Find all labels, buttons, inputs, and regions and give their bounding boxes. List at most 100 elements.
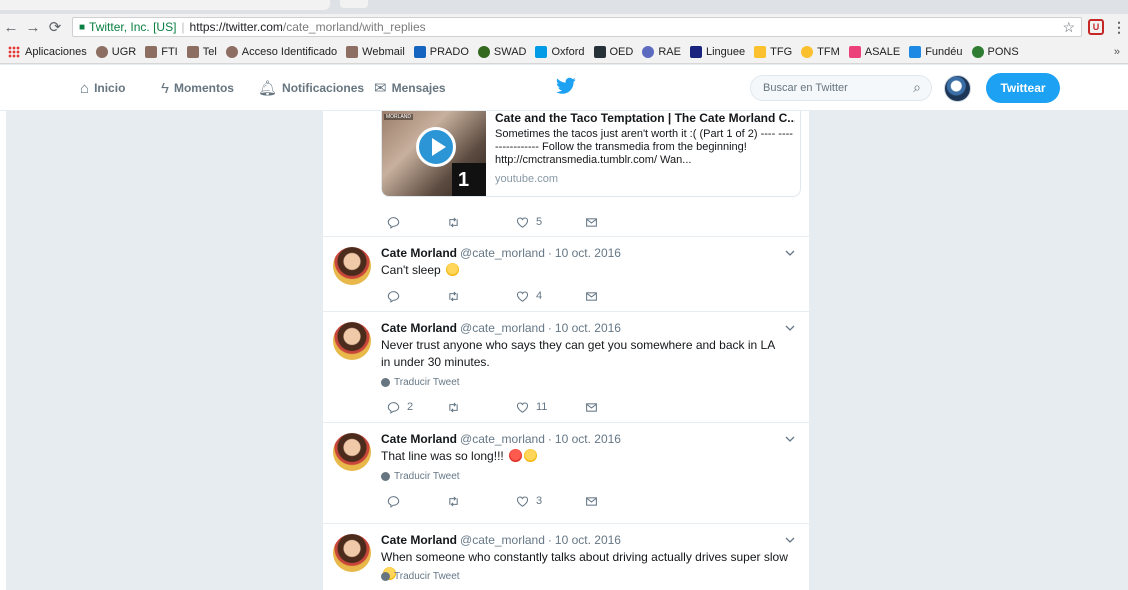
bookmark-label: RAE: [658, 45, 681, 58]
reply-button[interactable]: 2: [387, 401, 413, 414]
bookmark-oxford[interactable]: Oxford: [535, 45, 585, 58]
bookmark-acceso-identificado[interactable]: Acceso Identificado: [225, 45, 337, 58]
author-handle[interactable]: @cate_morland: [460, 246, 545, 260]
twitter-bird-icon[interactable]: [556, 77, 576, 95]
reload-icon[interactable]: ⟳: [44, 16, 66, 38]
like-button[interactable]: 4: [516, 290, 542, 303]
bookmark-asale[interactable]: ASALE: [848, 45, 900, 58]
tweet[interactable]: Cate Morland @cate_morland · 10 oct. 2016 N…: [323, 311, 809, 422]
bookmark-ugr[interactable]: UGR: [95, 45, 136, 58]
bookmarks-overflow-icon[interactable]: »: [1114, 46, 1120, 58]
nav-home[interactable]: ⌂ Inicio: [80, 65, 125, 111]
avatar[interactable]: [333, 322, 371, 360]
reply-button[interactable]: [387, 495, 407, 508]
bookmark-tfg[interactable]: TFG: [754, 45, 792, 58]
search-icon[interactable]: ⌕: [913, 79, 921, 96]
heart-icon: [516, 496, 529, 507]
card-title[interactable]: Cate and the Taco Temptation | The Cate …: [495, 111, 795, 125]
tweet-date[interactable]: 10 oct. 2016: [555, 246, 621, 260]
play-icon[interactable]: [416, 127, 456, 167]
like-button[interactable]: 3: [516, 495, 542, 508]
chevron-down-icon[interactable]: [785, 434, 795, 444]
bookmark-fund-u[interactable]: Fundéu: [909, 45, 963, 58]
author-handle[interactable]: @cate_morland: [460, 321, 545, 335]
bookmark-prado[interactable]: PRADO: [413, 45, 469, 58]
moments-icon: ϟ: [161, 79, 169, 97]
separator-dot: ·: [547, 432, 552, 446]
search-input[interactable]: [763, 82, 903, 94]
tweet-date[interactable]: 10 oct. 2016: [555, 432, 621, 446]
tweet[interactable]: Cate Morland @cate_morland · 10 oct. 2016 C…: [323, 236, 809, 311]
direct-message-button[interactable]: [585, 290, 598, 303]
direct-message-button[interactable]: [585, 495, 598, 508]
card-domain: youtube.com: [495, 173, 558, 185]
author-name[interactable]: Cate Morland: [381, 321, 457, 335]
active-tab[interactable]: [0, 0, 330, 10]
bookmark-swad[interactable]: SWAD: [477, 45, 526, 58]
bookmark-pons[interactable]: PONS: [971, 45, 1019, 58]
translate-tweet-link[interactable]: Traducir Tweet: [381, 571, 460, 582]
bookmark-star-icon[interactable]: ☆: [1062, 19, 1075, 36]
author-name[interactable]: Cate Morland: [381, 533, 457, 547]
bookmark-tel[interactable]: Tel: [186, 45, 217, 58]
nav-moments[interactable]: ϟ Momentos: [161, 65, 234, 111]
retweet-button[interactable]: [447, 495, 467, 508]
tweet-date[interactable]: 10 oct. 2016: [555, 321, 621, 335]
bookmark-fti[interactable]: FTI: [145, 45, 178, 58]
reply-button[interactable]: [387, 216, 407, 229]
bookmark-oed[interactable]: OED: [593, 45, 633, 58]
author-name[interactable]: Cate Morland: [381, 246, 457, 260]
tweet-text: That line was so long!!!: [381, 448, 781, 465]
author-handle[interactable]: @cate_morland: [460, 432, 545, 446]
nav-notifications[interactable]: 🔔︎ Notificaciones: [258, 65, 364, 111]
chevron-down-icon[interactable]: [785, 535, 795, 545]
nav-messages[interactable]: ✉ Mensajes: [374, 65, 446, 111]
timeline[interactable]: MORLAND 1 Cate and the Taco Temptation |…: [322, 111, 810, 590]
chevron-down-icon[interactable]: [785, 248, 795, 258]
link-card[interactable]: MORLAND 1 Cate and the Taco Temptation |…: [381, 111, 801, 197]
back-icon[interactable]: ←: [0, 16, 22, 38]
bookmark-linguee[interactable]: Linguee: [689, 45, 745, 58]
retweet-button[interactable]: [447, 216, 467, 229]
retweet-button[interactable]: [447, 290, 467, 303]
video-thumbnail[interactable]: MORLAND 1: [382, 111, 486, 196]
like-count: 4: [536, 290, 543, 302]
tweet-date[interactable]: 10 oct. 2016: [555, 533, 621, 547]
direct-message-button[interactable]: [585, 401, 598, 414]
author-handle[interactable]: @cate_morland: [460, 533, 545, 547]
thumbnail-number: 1: [452, 163, 486, 196]
reply-count: 2: [407, 401, 414, 413]
author-name[interactable]: Cate Morland: [381, 432, 457, 446]
search-box[interactable]: ⌕: [750, 75, 932, 101]
bookmark-rae[interactable]: RAE: [642, 45, 681, 58]
tweet[interactable]: Cate Morland @cate_morland · 10 oct. 2016 W…: [323, 523, 809, 590]
avatar[interactable]: [333, 534, 371, 572]
bookmark-label: Oxford: [551, 45, 585, 58]
bookmarks-bar: Aplicaciones UGR FTI Tel Acceso Identificado…: [0, 40, 1128, 64]
bookmark-webmail[interactable]: Webmail: [346, 45, 405, 58]
bookmark-aplicaciones[interactable]: Aplicaciones: [8, 45, 87, 58]
bookmark-tfm[interactable]: TFM: [801, 45, 840, 58]
forward-icon[interactable]: →: [22, 16, 44, 38]
extension-icon[interactable]: U: [1088, 19, 1104, 35]
avatar[interactable]: [333, 433, 371, 471]
reply-button[interactable]: [387, 290, 407, 303]
like-button[interactable]: 5: [516, 216, 542, 229]
tweet[interactable]: Cate Morland @cate_morland · 10 oct. 2016 T…: [323, 422, 809, 523]
chevron-down-icon[interactable]: [785, 323, 795, 333]
nav-home-label: Inicio: [94, 81, 126, 95]
bookmark-favicon-icon: [186, 45, 199, 58]
browser-menu-icon[interactable]: ⋮: [1112, 19, 1126, 36]
new-tab-button[interactable]: [340, 0, 368, 8]
translate-tweet-link[interactable]: Traducir Tweet: [381, 471, 460, 482]
translate-tweet-link[interactable]: Traducir Tweet: [381, 377, 460, 388]
envelope-icon: ✉: [374, 80, 387, 97]
url-field[interactable]: ■ Twitter, Inc. [US] | https://twitter.c…: [72, 17, 1082, 37]
retweet-button[interactable]: [447, 401, 467, 414]
retweet-icon: [449, 291, 458, 301]
tweet-button[interactable]: Twittear: [986, 73, 1060, 103]
direct-message-button[interactable]: [585, 216, 598, 229]
like-button[interactable]: 11: [516, 401, 547, 414]
profile-avatar[interactable]: [944, 75, 971, 102]
avatar[interactable]: [333, 247, 371, 285]
